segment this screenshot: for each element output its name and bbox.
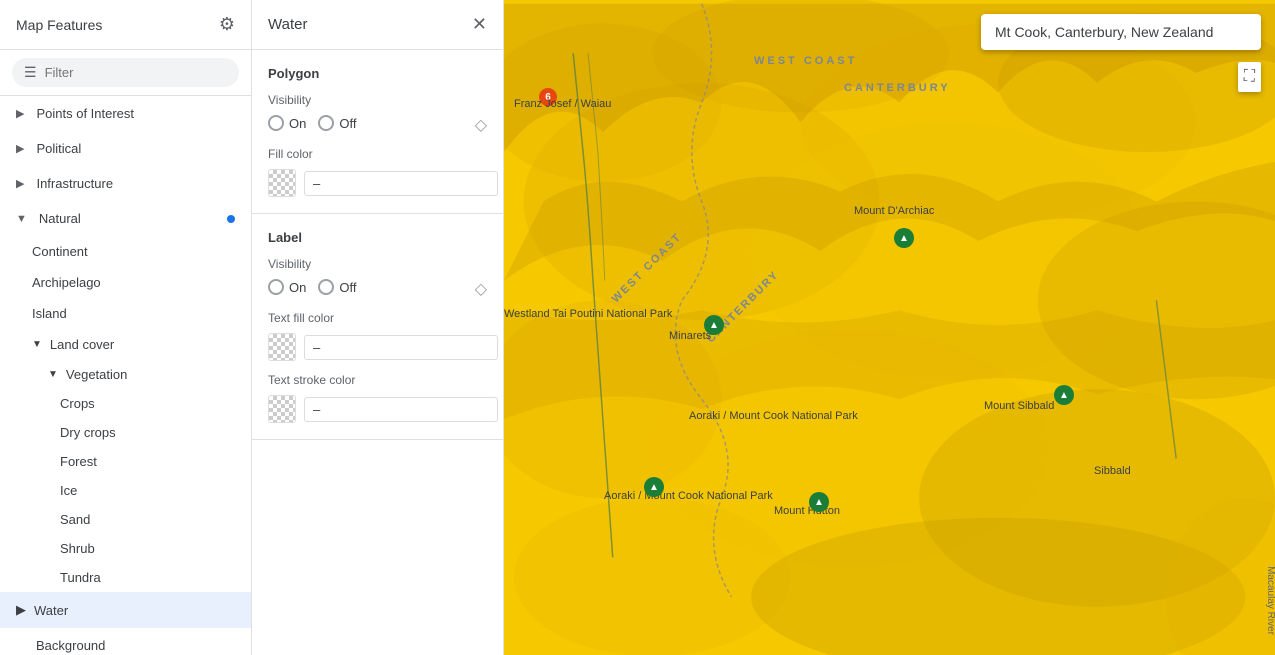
- panel-header: Water ✕: [252, 0, 503, 50]
- detail-panel: Water ✕ Polygon Visibility On Off ◇ Fill…: [252, 0, 504, 655]
- sidebar-item-label: Water: [34, 603, 68, 618]
- label-visibility-label: Visibility: [268, 257, 487, 271]
- polygon-section-title: Polygon: [268, 66, 487, 81]
- radio-circle-on: [268, 115, 284, 131]
- map-search-input[interactable]: [981, 14, 1261, 50]
- label-radio-group: On Off: [268, 279, 475, 295]
- sidebar-item-island[interactable]: Island: [0, 298, 251, 329]
- label-visibility-row: On Off ◇: [268, 279, 487, 299]
- sidebar-item-land-cover[interactable]: ▼ Land cover: [0, 329, 251, 360]
- active-dot: [227, 215, 235, 223]
- sidebar-item-label: Archipelago: [32, 275, 101, 290]
- visibility-label: Visibility: [268, 93, 487, 107]
- sidebar-item-sand[interactable]: Sand: [0, 505, 251, 534]
- text-fill-color-row: ◇: [268, 333, 487, 361]
- fill-color-label: Fill color: [268, 147, 487, 161]
- sidebar-item-ice[interactable]: Ice: [0, 476, 251, 505]
- panel-title: Water: [268, 16, 307, 33]
- sidebar-item-infrastructure[interactable]: ▶ Infrastructure: [0, 166, 251, 201]
- filter-input[interactable]: [45, 65, 227, 80]
- sidebar-item-shrub[interactable]: Shrub: [0, 534, 251, 563]
- label-radio-off[interactable]: Off: [318, 279, 356, 295]
- sidebar-item-forest[interactable]: Forest: [0, 447, 251, 476]
- fill-color-input[interactable]: [304, 171, 498, 196]
- filter-container: ☰: [12, 58, 239, 87]
- radio-off[interactable]: Off: [318, 115, 356, 131]
- sidebar-item-label: Continent: [32, 244, 88, 259]
- radio-on-label: On: [289, 116, 306, 131]
- map-area[interactable]: 6 WEST COAST CANTERBURY WEST COAST CANTE…: [504, 0, 1275, 655]
- radio-circle-off: [318, 115, 334, 131]
- chevron-down-icon: ▼: [48, 369, 58, 380]
- chevron-right-icon: ▶: [16, 177, 24, 190]
- text-fill-color-input[interactable]: [304, 335, 498, 360]
- sidebar-item-label: Land cover: [50, 337, 114, 352]
- sidebar-item-vegetation[interactable]: ▼ Vegetation: [0, 360, 251, 389]
- sidebar-item-natural[interactable]: ▼ Natural: [0, 201, 251, 236]
- label-section-title: Label: [268, 230, 487, 245]
- label-section: Label Visibility On Off ◇ Text fill colo…: [252, 214, 503, 440]
- text-fill-color-preview[interactable]: [268, 333, 296, 361]
- sidebar-item-political[interactable]: ▶ Political: [0, 131, 251, 166]
- sidebar-item-dry-crops[interactable]: Dry crops: [0, 418, 251, 447]
- sidebar-item-label: Vegetation: [66, 367, 127, 382]
- filter-bar: ☰: [0, 50, 251, 96]
- sidebar-item-water[interactable]: ▶ Water: [0, 592, 251, 628]
- reset-diamond-button[interactable]: ◇: [475, 115, 487, 135]
- label-radio-off-label: Off: [339, 280, 356, 295]
- sidebar-item-points-of-interest[interactable]: ▶ Points of Interest: [0, 96, 251, 131]
- sidebar-item-label: Background: [36, 638, 105, 653]
- fullscreen-container: ⛶: [1238, 62, 1261, 92]
- polygon-section: Polygon Visibility On Off ◇ Fill color ◇: [252, 50, 503, 214]
- fill-color-preview[interactable]: [268, 169, 296, 197]
- label-radio-circle-on: [268, 279, 284, 295]
- label-radio-on[interactable]: On: [268, 279, 306, 295]
- visibility-row: On Off ◇: [268, 115, 487, 135]
- sidebar-item-label: Points of Interest: [36, 106, 134, 121]
- sidebar-item-tundra[interactable]: Tundra: [0, 563, 251, 592]
- chevron-right-icon: ▶: [16, 602, 26, 618]
- sidebar-item-label: Natural: [39, 211, 81, 226]
- text-stroke-color-label: Text stroke color: [268, 373, 487, 387]
- chevron-down-icon: ▼: [32, 339, 42, 350]
- sidebar-item-crops[interactable]: Crops: [0, 389, 251, 418]
- text-stroke-color-preview[interactable]: [268, 395, 296, 423]
- sidebar-item-archipelago[interactable]: Archipelago: [0, 267, 251, 298]
- radio-off-label: Off: [339, 116, 356, 131]
- chevron-down-icon: ▼: [16, 213, 27, 225]
- sidebar: Map Features ⚙ ☰ ▶ Points of Interest ▶ …: [0, 0, 252, 655]
- sidebar-item-continent[interactable]: Continent: [0, 236, 251, 267]
- chevron-right-icon: ▶: [16, 107, 24, 120]
- sidebar-item-background[interactable]: Background: [0, 628, 251, 655]
- radio-on[interactable]: On: [268, 115, 306, 131]
- sidebar-item-label: Infrastructure: [36, 176, 113, 191]
- close-button[interactable]: ✕: [472, 14, 487, 35]
- map-terrain: [504, 0, 1275, 655]
- radio-group: On Off: [268, 115, 475, 131]
- sidebar-item-label: Political: [36, 141, 81, 156]
- sidebar-item-label: Island: [32, 306, 67, 321]
- filter-icon: ☰: [24, 64, 37, 81]
- map-search: [981, 14, 1261, 50]
- fullscreen-button[interactable]: ⛶: [1238, 62, 1261, 92]
- label-radio-on-label: On: [289, 280, 306, 295]
- sidebar-title: Map Features: [16, 17, 102, 33]
- text-stroke-color-input[interactable]: [304, 397, 498, 422]
- fill-color-row: ◇: [268, 169, 487, 197]
- text-stroke-color-row: ◇: [268, 395, 487, 423]
- road-marker-6: 6: [539, 88, 557, 106]
- reset-label-visibility-button[interactable]: ◇: [475, 279, 487, 299]
- sidebar-header: Map Features ⚙: [0, 0, 251, 50]
- chevron-right-icon: ▶: [16, 142, 24, 155]
- label-radio-circle-off: [318, 279, 334, 295]
- gear-icon[interactable]: ⚙: [219, 14, 235, 35]
- text-fill-color-label: Text fill color: [268, 311, 487, 325]
